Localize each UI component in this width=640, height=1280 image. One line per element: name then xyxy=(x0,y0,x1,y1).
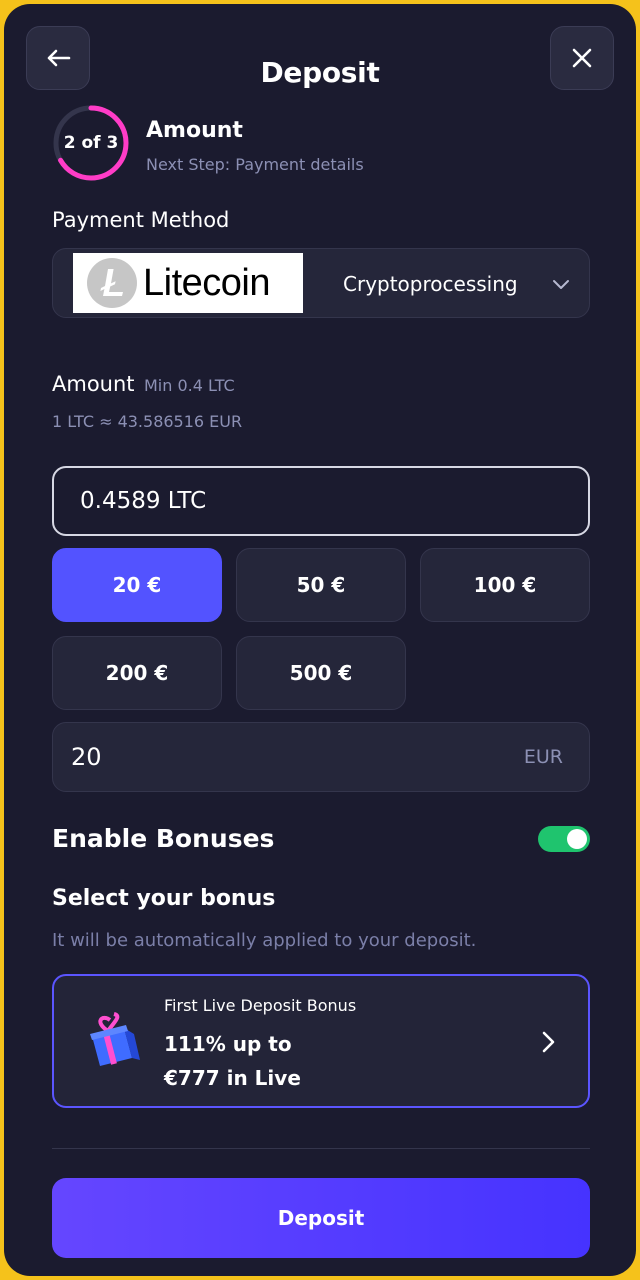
step-indicator: 2 of 3 Amount Next Step: Payment details xyxy=(52,104,632,184)
next-step-label: Next Step: Payment details xyxy=(146,155,364,174)
gift-icon xyxy=(90,1012,140,1066)
preset-100-button[interactable]: 100 € xyxy=(420,548,590,622)
divider xyxy=(52,1148,590,1149)
bonus-offer-line-2: €777 in Live xyxy=(164,1066,301,1090)
bonus-offer-line-1: 111% up to xyxy=(164,1032,292,1056)
fiat-amount-value: 20 xyxy=(71,743,102,771)
enable-bonuses-toggle[interactable] xyxy=(538,826,590,852)
close-button[interactable] xyxy=(550,26,614,90)
chevron-right-icon xyxy=(542,1031,555,1053)
preset-500-button[interactable]: 500 € xyxy=(236,636,406,710)
toggle-knob xyxy=(567,829,587,849)
amount-minimum: Min 0.4 LTC xyxy=(144,376,235,395)
payment-method-select[interactable]: Litecoin Cryptoprocessing xyxy=(52,248,590,318)
step-title: Amount xyxy=(146,118,243,143)
bonus-card[interactable]: First Live Deposit Bonus 111% up to €777… xyxy=(52,974,590,1108)
close-icon xyxy=(572,48,592,68)
amount-label: Amount xyxy=(52,372,135,396)
preset-200-button[interactable]: 200 € xyxy=(52,636,222,710)
preset-50-button[interactable]: 50 € xyxy=(236,548,406,622)
bonus-hint: It will be automatically applied to your… xyxy=(52,930,477,951)
deposit-button[interactable]: Deposit xyxy=(52,1178,590,1258)
fiat-amount-input[interactable]: 20 EUR xyxy=(52,722,590,792)
page-title: Deposit xyxy=(260,56,380,89)
chevron-down-icon xyxy=(553,280,569,289)
litecoin-coin-icon xyxy=(87,258,137,308)
litecoin-logo-text: Litecoin xyxy=(143,261,270,304)
payment-method-label: Payment Method xyxy=(52,208,230,232)
preset-20-button[interactable]: 20 € xyxy=(52,548,222,622)
deposit-modal: Deposit 2 of 3 Amount Next Step: Payment… xyxy=(4,4,636,1276)
enable-bonuses-label: Enable Bonuses xyxy=(52,824,275,853)
fiat-currency-label: EUR xyxy=(523,746,563,768)
litecoin-logo: Litecoin xyxy=(73,253,303,313)
exchange-rate: 1 LTC ≈ 43.586516 EUR xyxy=(52,412,243,431)
step-counter: 2 of 3 xyxy=(63,133,119,153)
select-bonus-heading: Select your bonus xyxy=(52,886,276,911)
payment-provider: Cryptoprocessing xyxy=(343,272,518,296)
bonus-title: First Live Deposit Bonus xyxy=(164,996,357,1015)
crypto-amount-input[interactable]: 0.4589 LTC xyxy=(52,466,590,536)
